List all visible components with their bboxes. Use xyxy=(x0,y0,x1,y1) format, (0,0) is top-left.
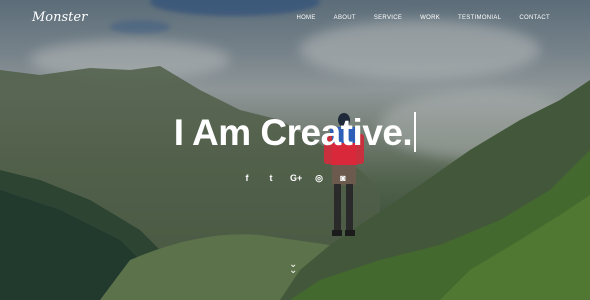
dribbble-icon[interactable]: ◎ xyxy=(314,173,324,183)
site-logo[interactable]: Monster xyxy=(32,10,87,25)
typing-cursor xyxy=(414,112,417,152)
nav-home[interactable]: HOME xyxy=(296,15,315,21)
twitter-icon[interactable]: t xyxy=(266,173,276,183)
nav-contact[interactable]: CONTACT xyxy=(519,15,550,21)
facebook-icon[interactable]: f xyxy=(242,173,252,183)
nav-work[interactable]: WORK xyxy=(420,15,440,21)
nav-service[interactable]: SERVICE xyxy=(374,15,402,21)
top-navbar: Monster HOME ABOUT SERVICE WORK TESTIMON… xyxy=(0,0,590,38)
hero-headline: I Am Creative. xyxy=(0,112,590,154)
google-plus-icon[interactable]: G+ xyxy=(290,173,302,183)
instagram-icon[interactable]: ◙ xyxy=(338,173,348,183)
double-chevron-down-icon[interactable]: ⌄ ⌄ xyxy=(289,260,297,276)
social-links: f t G+ ◎ ◙ xyxy=(0,173,590,183)
hero-section: Monster HOME ABOUT SERVICE WORK TESTIMON… xyxy=(0,0,590,300)
main-nav: HOME ABOUT SERVICE WORK TESTIMONIAL CONT… xyxy=(296,15,550,21)
nav-testimonial[interactable]: TESTIMONIAL xyxy=(458,15,501,21)
nav-about[interactable]: ABOUT xyxy=(334,15,356,21)
